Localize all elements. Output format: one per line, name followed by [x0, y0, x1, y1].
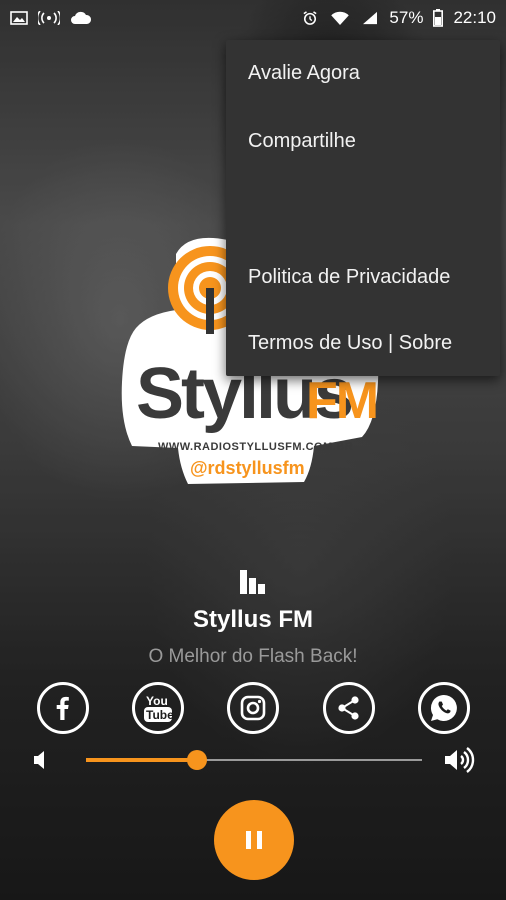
share-button[interactable]: [323, 682, 375, 734]
battery-icon: [433, 9, 444, 27]
menu-item-blank[interactable]: [248, 198, 478, 222]
instagram-button[interactable]: [227, 682, 279, 734]
svg-text:You: You: [146, 694, 168, 708]
pause-icon: [246, 831, 262, 849]
facebook-button[interactable]: [37, 682, 89, 734]
wifi-icon: [331, 11, 350, 25]
station-name: Styllus FM: [192, 606, 313, 633]
volume-high-icon[interactable]: [442, 745, 476, 775]
menu-item-terms-about[interactable]: Termos de Uso | Sobre: [248, 332, 452, 355]
volume-slider[interactable]: [86, 747, 422, 773]
menu-item-share[interactable]: Compartilhe: [248, 130, 356, 153]
whatsapp-icon: [430, 694, 457, 721]
volume-fill: [86, 758, 197, 762]
clock: 22:10: [453, 8, 496, 27]
menu-item-rate[interactable]: Avalie Agora: [248, 62, 360, 85]
image-icon: [10, 11, 28, 25]
svg-text:Tube: Tube: [146, 708, 174, 722]
status-bar: 57% 22:10: [0, 0, 506, 36]
overflow-menu: Avalie Agora Compartilhe Politica de Pri…: [226, 40, 500, 376]
volume-thumb[interactable]: [186, 750, 207, 770]
youtube-icon: You Tube: [144, 694, 174, 722]
alarm-icon: [303, 11, 317, 25]
station-slogan: O Melhor do Flash Back!: [148, 646, 358, 667]
cloud-icon: [71, 11, 92, 24]
logo-brand-part2: FM: [306, 372, 377, 430]
logo-website: WWW.RADIOSTYLLUSFM.COM.BR: [158, 441, 353, 453]
equalizer-icon: [240, 570, 265, 594]
battery-percent: 57%: [389, 8, 424, 27]
share-icon: [338, 696, 359, 720]
pause-button[interactable]: [214, 800, 294, 880]
whatsapp-button[interactable]: [418, 682, 470, 734]
instagram-icon: [240, 695, 266, 721]
signal-icon: [363, 11, 378, 25]
volume-low-icon[interactable]: [28, 747, 54, 773]
youtube-button[interactable]: You Tube: [132, 682, 184, 734]
menu-item-privacy-policy[interactable]: Politica de Privacidade: [248, 266, 450, 289]
logo-handle: @rdstyllusfm: [190, 458, 305, 478]
hotspot-icon: [38, 11, 60, 25]
facebook-icon: [56, 696, 69, 720]
